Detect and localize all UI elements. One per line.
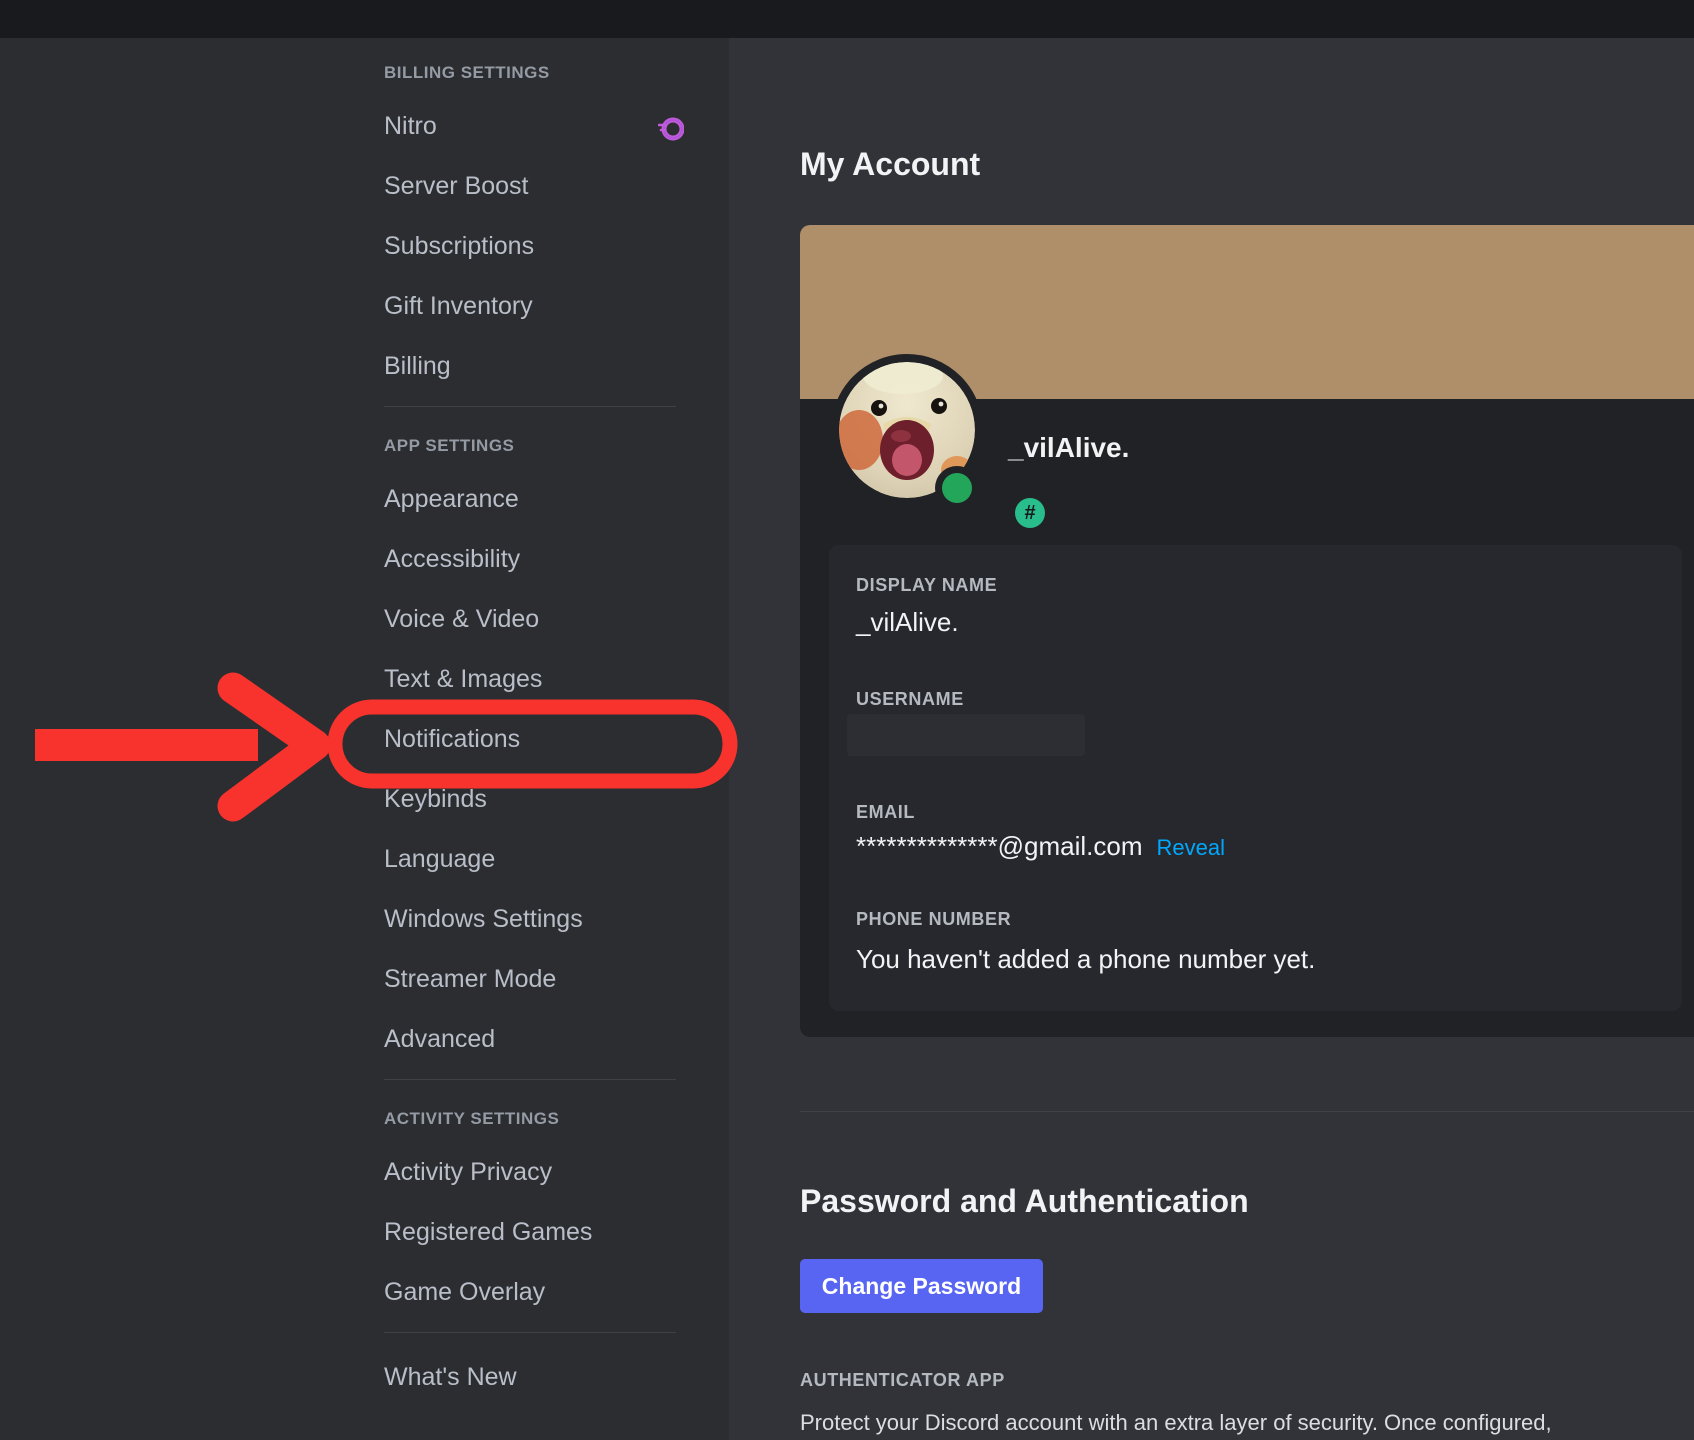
sidebar-item-activity-privacy[interactable]: Activity Privacy [384,1152,676,1192]
sidebar-item-label: What's New [384,1363,517,1391]
page-title: My Account [800,146,980,183]
email-row: **************@gmail.com Reveal [856,831,1225,862]
profile-display-name: _vilAlive. [1008,432,1129,464]
sidebar-item-label: Registered Games [384,1218,592,1246]
sidebar-item-label: Game Overlay [384,1278,545,1306]
settings-sidebar: BILLING SETTINGS Nitro Server Boost Subs… [0,38,729,1440]
sidebar-item-subscriptions[interactable]: Subscriptions [384,226,676,266]
section-divider [800,1111,1694,1112]
settings-content: My Account [729,38,1694,1440]
sidebar-item-label: Notifications [384,725,520,753]
sidebar-item-registered-games[interactable]: Registered Games [384,1212,676,1252]
account-fields-panel: DISPLAY NAME _vilAlive. USERNAME EMAIL *… [829,545,1682,1011]
sidebar-item-accessibility[interactable]: Accessibility [384,539,676,579]
display-name-label: DISPLAY NAME [856,575,997,596]
sidebar-item-nitro[interactable]: Nitro [384,106,676,146]
nitro-icon [658,113,684,139]
sidebar-item-label: Language [384,845,495,873]
sidebar-item-text-images[interactable]: Text & Images [384,659,676,699]
sidebar-item-notifications[interactable]: Notifications [384,719,676,759]
sidebar-item-label: Keybinds [384,785,487,813]
display-name-value: _vilAlive. [856,607,959,638]
sidebar-item-voice-video[interactable]: Voice & Video [384,599,676,639]
window-titlebar [0,0,1694,38]
sidebar-item-label: Voice & Video [384,605,539,633]
sidebar-item-keybinds[interactable]: Keybinds [384,779,676,819]
sidebar-item-label: Gift Inventory [384,292,533,320]
nav-divider [384,1332,676,1333]
nav-divider [384,1079,676,1080]
sidebar-item-label: Nitro [384,112,437,140]
sidebar-item-label: Streamer Mode [384,965,556,993]
sidebar-item-appearance[interactable]: Appearance [384,479,676,519]
sidebar-item-label: Accessibility [384,545,520,573]
sidebar-item-language[interactable]: Language [384,839,676,879]
sidebar-item-server-boost[interactable]: Server Boost [384,166,676,206]
sidebar-item-label: Activity Privacy [384,1158,552,1186]
tag-symbol: # [1024,502,1035,525]
sidebar-item-gift-inventory[interactable]: Gift Inventory [384,286,676,326]
section-header-app-settings: APP SETTINGS [384,431,676,461]
sidebar-item-label: Server Boost [384,172,529,200]
sidebar-item-advanced[interactable]: Advanced [384,1019,676,1059]
sidebar-item-label: Subscriptions [384,232,534,260]
section-header-activity-settings: ACTIVITY SETTINGS [384,1104,676,1134]
account-card: _vilAlive. # DISPLAY NAME _vilAlive. USE… [800,225,1694,1037]
username-value-redacted [847,714,1085,756]
authenticator-app-label: AUTHENTICATOR APP [800,1370,1005,1391]
phone-number-value: You haven't added a phone number yet. [856,944,1315,975]
sidebar-item-label: Windows Settings [384,905,583,933]
sidebar-item-windows-settings[interactable]: Windows Settings [384,899,676,939]
nav-divider [384,406,676,407]
online-status-icon [935,466,979,510]
sidebar-item-whats-new[interactable]: What's New [384,1357,676,1397]
sidebar-item-streamer-mode[interactable]: Streamer Mode [384,959,676,999]
phone-number-label: PHONE NUMBER [856,909,1011,930]
reveal-email-link[interactable]: Reveal [1157,835,1225,860]
sidebar-item-label: Appearance [384,485,519,513]
sidebar-item-billing[interactable]: Billing [384,346,676,386]
sidebar-item-game-overlay[interactable]: Game Overlay [384,1272,676,1312]
sidebar-item-label: Billing [384,352,451,380]
email-label: EMAIL [856,802,915,823]
server-tag-badge-icon: # [1015,498,1045,528]
change-password-button[interactable]: Change Password [800,1259,1043,1313]
security-section-heading: Password and Authentication [800,1183,1249,1220]
discord-settings-screen: BILLING SETTINGS Nitro Server Boost Subs… [0,0,1694,1440]
settings-nav: BILLING SETTINGS Nitro Server Boost Subs… [384,38,676,1417]
username-label: USERNAME [856,689,964,710]
sidebar-item-label: Advanced [384,1025,495,1053]
email-value: **************@gmail.com [856,831,1143,861]
sidebar-item-label: Text & Images [384,665,542,693]
section-header-billing-settings: BILLING SETTINGS [384,58,676,88]
authenticator-description: Protect your Discord account with an ext… [800,1410,1552,1436]
